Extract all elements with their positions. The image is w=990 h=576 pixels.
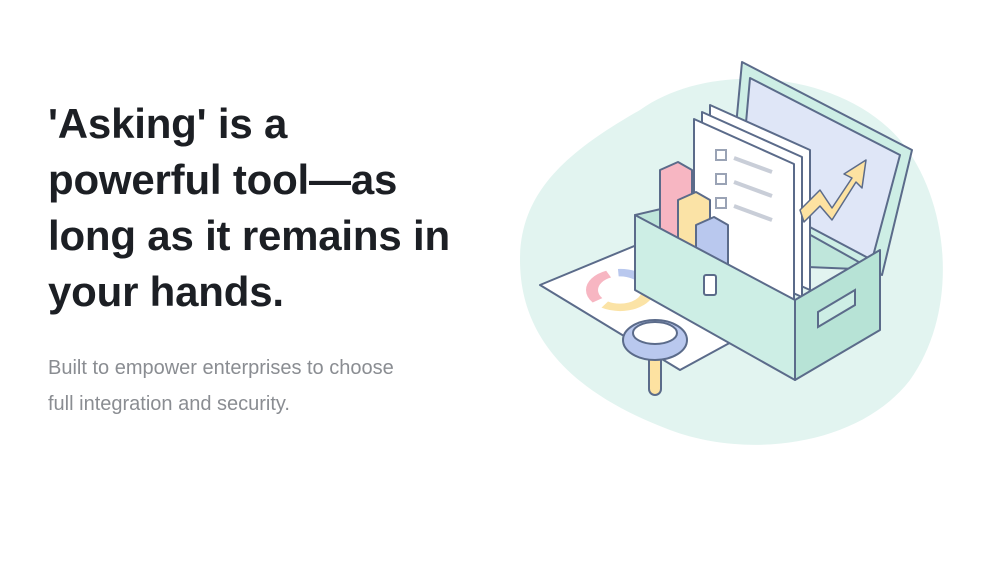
- hero-title: 'Asking' is a powerful tool—as long as i…: [48, 96, 488, 320]
- toolbox-documents-illustration: [520, 61, 943, 445]
- hero-title-line: your hands.: [48, 268, 284, 315]
- hero-subtitle-line: full integration and security.: [48, 393, 290, 415]
- hero-section: 'Asking' is a powerful tool—as long as i…: [0, 0, 990, 576]
- hero-title-line: long as it remains in: [48, 212, 450, 259]
- hero-title-line: 'Asking' is a: [48, 100, 288, 147]
- lock-icon: [703, 274, 717, 296]
- hero-subtitle: Built to empower enterprises to choose f…: [48, 350, 488, 422]
- hero-subtitle-line: Built to empower enterprises to choose: [48, 357, 394, 379]
- hero-title-line: powerful tool—as: [48, 156, 398, 203]
- hero-text-block: 'Asking' is a powerful tool—as long as i…: [48, 96, 488, 422]
